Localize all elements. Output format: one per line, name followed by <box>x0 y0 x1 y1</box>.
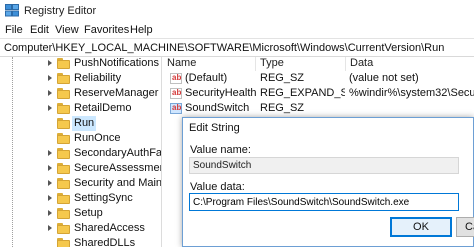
value-name[interactable]: (Default) <box>185 71 255 86</box>
tree-item-sharedaccess[interactable]: SharedAccess <box>0 221 161 236</box>
expand-arrow-icon[interactable] <box>47 75 54 82</box>
folder-icon <box>57 193 70 204</box>
folder-icon <box>57 118 70 129</box>
cancel-button[interactable]: Cancel <box>456 217 474 237</box>
folder-icon <box>57 73 70 84</box>
value-row[interactable]: ab SecurityHealth REG_EXPAND_SZ %windir%… <box>163 86 474 101</box>
expand-arrow-icon[interactable] <box>47 90 54 97</box>
value-data-input[interactable] <box>189 193 459 211</box>
expand-arrow-icon[interactable] <box>47 165 54 172</box>
value-name[interactable]: SecurityHealth <box>185 86 259 101</box>
tree-item-label[interactable]: Reliability <box>72 71 123 86</box>
dialog-title-bar[interactable]: Edit String <box>183 118 473 138</box>
value-data: (value not set) <box>349 72 419 84</box>
expand-arrow-icon[interactable] <box>47 150 54 157</box>
tree-item-label[interactable]: SharedDLLs <box>72 236 137 247</box>
tree-item-security-and-maint[interactable]: Security and Maint <box>0 176 161 191</box>
column-data[interactable]: Data <box>346 57 474 71</box>
expand-arrow-icon[interactable] <box>47 195 54 202</box>
tree-item-shareddlls[interactable]: SharedDLLs <box>0 236 161 247</box>
menu-help[interactable]: Help <box>130 24 153 36</box>
folder-icon <box>57 103 70 114</box>
value-name-field: SoundSwitch <box>189 157 459 174</box>
registry-icon <box>5 4 19 17</box>
tree-item-setup[interactable]: Setup <box>0 206 161 221</box>
tree-item-reservemanager[interactable]: ReserveManager <box>0 86 161 101</box>
tree-item-label[interactable]: RetailDemo <box>72 101 133 116</box>
column-type[interactable]: Type <box>256 57 346 71</box>
value-row[interactable]: ab SoundSwitch REG_SZ <box>163 101 474 116</box>
folder-icon <box>57 148 70 159</box>
string-value-icon: ab <box>170 73 182 84</box>
value-name-label: Value name: <box>190 144 251 156</box>
edit-string-dialog: Edit String Value name: SoundSwitch Valu… <box>182 117 474 247</box>
folder-icon <box>57 178 70 189</box>
menu-edit[interactable]: Edit <box>30 24 49 36</box>
tree-item-retaildemo[interactable]: RetailDemo <box>0 101 161 116</box>
expand-arrow-icon[interactable] <box>47 60 54 67</box>
tree-item-label[interactable]: Security and Maint <box>72 176 161 191</box>
address-path[interactable]: Computer\HKEY_LOCAL_MACHINE\SOFTWARE\Mic… <box>4 42 444 54</box>
string-value-icon: ab <box>170 88 182 99</box>
tree-item-label[interactable]: Setup <box>72 206 105 221</box>
expand-arrow-icon[interactable] <box>47 225 54 232</box>
expand-arrow-icon[interactable] <box>47 105 54 112</box>
tree-item-run[interactable]: Run <box>0 116 161 131</box>
menu-favorites[interactable]: Favorites <box>84 24 129 36</box>
value-row[interactable]: ab (Default) REG_SZ (value not set) <box>163 71 474 86</box>
expand-arrow-icon[interactable] <box>47 180 54 187</box>
folder-icon <box>57 163 70 174</box>
value-type: REG_EXPAND_SZ <box>260 87 345 99</box>
ok-button[interactable]: OK <box>390 217 452 237</box>
folder-icon <box>57 238 70 247</box>
tree-item-pushnotifications[interactable]: PushNotifications <box>0 57 161 71</box>
column-name[interactable]: Name <box>163 57 256 71</box>
value-name[interactable]: SoundSwitch <box>185 101 255 116</box>
window-title: Registry Editor <box>24 5 97 17</box>
tree-item-label[interactable]: RunOnce <box>72 131 122 146</box>
value-type: REG_SZ <box>260 102 305 114</box>
folder-icon <box>57 223 70 234</box>
folder-icon <box>57 58 70 69</box>
menu-file[interactable]: File <box>5 24 23 36</box>
folder-icon <box>57 208 70 219</box>
tree-item-secondaryauthfac[interactable]: SecondaryAuthFac <box>0 146 161 161</box>
dialog-title: Edit String <box>189 122 240 134</box>
menu-bar: File Edit View Favorites Help <box>0 22 474 39</box>
key-tree[interactable]: PushNotifications Reliability ReserveMan… <box>0 57 162 247</box>
menu-view[interactable]: View <box>55 24 79 36</box>
expand-arrow-icon[interactable] <box>47 210 54 217</box>
tree-item-label[interactable]: SharedAccess <box>72 221 147 236</box>
address-bar[interactable]: Computer\HKEY_LOCAL_MACHINE\SOFTWARE\Mic… <box>0 38 474 57</box>
folder-icon <box>57 88 70 99</box>
tree-item-label[interactable]: SecureAssessment <box>72 161 161 176</box>
tree-item-runonce[interactable]: RunOnce <box>0 131 161 146</box>
string-value-icon: ab <box>170 103 182 114</box>
list-header: Name Type Data <box>163 57 474 71</box>
tree-item-label[interactable]: PushNotifications <box>72 57 161 71</box>
value-type: REG_SZ <box>260 72 305 84</box>
folder-icon <box>57 133 70 144</box>
tree-item-label[interactable]: SettingSync <box>72 191 135 206</box>
tree-item-label[interactable]: ReserveManager <box>72 86 160 101</box>
tree-item-settingsync[interactable]: SettingSync <box>0 191 161 206</box>
value-data: %windir%\system32\SecurityHe <box>349 87 474 99</box>
tree-item-label[interactable]: Run <box>72 116 97 131</box>
tree-item-secureassessment[interactable]: SecureAssessment <box>0 161 161 176</box>
title-bar: Registry Editor <box>0 0 474 22</box>
tree-item-label[interactable]: SecondaryAuthFac <box>72 146 161 161</box>
value-data-label: Value data: <box>190 181 245 193</box>
value-data <box>349 101 474 116</box>
tree-item-reliability[interactable]: Reliability <box>0 71 161 86</box>
